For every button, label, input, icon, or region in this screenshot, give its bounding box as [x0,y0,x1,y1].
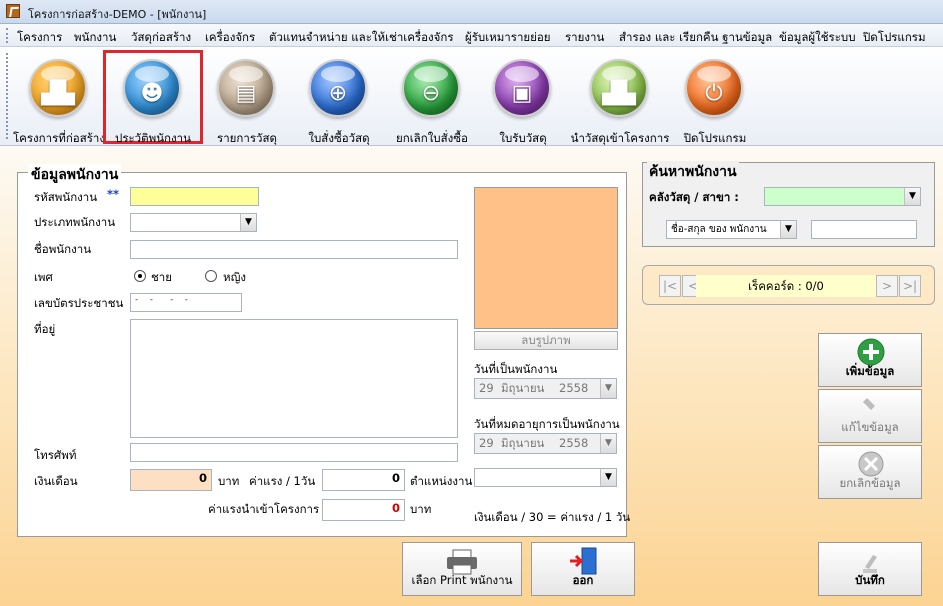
project-wage-baht-label: บาท [410,502,432,516]
menu-employee[interactable]: พนักงาน [74,29,116,47]
menu-bar: โครงการ พนักงาน วัสดุก่อสร้าง เครื่องจัก… [0,24,943,47]
wage-formula-note: เงินเดือน / 30 = ค่าแรง / 1 วัน [474,510,631,524]
emp-type-label: ประเภทพนักงาน [34,215,116,229]
warehouse-label: คลังวัสดุ / สาขา : [649,190,739,204]
toolbar-grip [6,53,9,139]
warehouse-select[interactable]: ▼ [764,187,921,206]
save-icon [863,555,877,573]
required-mark: ** [107,187,120,201]
employee-info-group: ข้อมูลพนักงาน รหัสพนักงาน ** ประเภทพนักง… [17,164,631,537]
menu-dealers[interactable]: ตัวแทนจำหน่าย และให้เช่าเครื่องจักร [269,29,454,47]
gender-male-label: ชาย [151,270,173,284]
first-record-icon[interactable]: |< [659,275,681,297]
next-record-icon[interactable]: > [876,275,898,297]
save-button[interactable]: บันทึก [818,542,922,596]
toolbar-cancel-order-button[interactable]: ⊖ ยกเลิกใบสั่งซื้อ [385,53,479,145]
start-date-picker[interactable]: 29 มิถุนายน 2558 ▼ [474,378,617,399]
start-date-label: วันที่เป็นพนักงาน [474,362,558,376]
id-card-input[interactable]: - - - - [130,293,242,312]
gender-female-label: หญิง [223,270,246,284]
search-field-select[interactable]: ชื่อ-สกุล ของ พนักงาน ▼ [666,220,797,239]
phone-input[interactable] [130,443,458,462]
search-group-title: ค้นหาพนักงาน [647,161,739,183]
add-button[interactable]: เพิ่มข้อมูล [818,333,922,387]
menu-project[interactable]: โครงการ [17,29,62,47]
app-icon [6,4,20,18]
cart-remove-icon: ⊖ [402,59,460,117]
toolbar-project-button[interactable]: ▟▙ โครงการที่ก่อสร้าง [12,53,106,145]
workspace: ข้อมูลพนักงาน รหัสพนักงาน ** ประเภทพนักง… [0,146,943,606]
chevron-down-icon[interactable]: ▼ [904,188,920,205]
emp-name-input[interactable] [130,240,458,259]
address-label: ที่อยู่ [34,322,56,336]
menu-close-program[interactable]: ปิดโปรแกรม [863,29,926,47]
cart-add-icon: ⊕ [309,59,367,117]
daily-wage-label: ค่าแรง / 1วัน [249,474,316,488]
record-navigator: |< < เร็คคอร์ด : 0/0 > >| [642,265,935,305]
receive-box-icon: ▣ [493,59,551,117]
delete-photo-button[interactable]: ลบรูปภาพ [474,331,618,350]
edit-button[interactable]: แก้ไขข้อมูล [818,389,922,443]
pencil-icon [863,398,875,410]
menu-users[interactable]: ข้อมูลผู้ใช้ระบบ [779,29,856,47]
toolbar-receive-button[interactable]: ▣ ใบรับวัสดุ [476,53,570,145]
end-date-label: วันที่หมดอายุการเป็นพนักงาน [474,417,620,431]
search-keyword-input[interactable] [811,220,917,239]
window-titlebar: โครงการก่อสร้าง-DEMO - [พนักงาน] [0,0,943,24]
construction-project-icon: ▟▙ [29,59,87,117]
exit-button[interactable]: ออก [531,542,635,596]
gender-male-radio[interactable] [134,270,146,282]
end-date-picker[interactable]: 29 มิถุนายน 2558 ▼ [474,433,617,454]
chevron-down-icon[interactable]: ▼ [600,434,616,453]
employee-photo[interactable] [474,187,618,329]
chevron-down-icon[interactable]: ▼ [780,221,796,238]
material-to-project-icon: ▟▙ [590,59,648,117]
position-select[interactable]: ▼ [474,468,617,487]
employee-group-title: ข้อมูลพนักงาน [28,164,122,186]
emp-id-label: รหัสพนักงาน [34,190,98,204]
daily-wage-input[interactable]: 0 [322,469,405,491]
chevron-down-icon[interactable]: ▼ [240,214,256,231]
gender-female-radio[interactable] [205,270,217,282]
toolbar-material-to-project-button[interactable]: ▟▙ นำวัสดุเข้าโครงการ [571,53,669,145]
salary-baht-label: บาท [218,474,240,488]
toolbar-employee-button[interactable]: ☻ ประวัติพนักงาน [103,50,203,145]
window-title: โครงการก่อสร้าง-DEMO - [พนักงาน] [28,8,207,21]
address-textarea[interactable] [130,319,458,438]
toolbar-purchase-order-button[interactable]: ⊕ ใบสั่งซื้อวัสดุ [292,53,386,145]
emp-type-select[interactable]: ▼ [130,213,257,232]
position-label: ตำแหน่งงาน [410,474,473,488]
menu-backup-restore[interactable]: สำรอง และ เรียกคืน ฐานข้อมูล [619,29,772,47]
employee-worker-icon: ☻ [123,59,181,117]
gender-label: เพศ [34,270,53,284]
last-record-icon[interactable]: >| [899,275,921,297]
plus-icon [857,338,885,366]
salary-input[interactable]: 0 [130,469,212,491]
cancel-x-icon [858,451,884,477]
project-wage-input[interactable]: 0 [322,499,405,521]
print-employee-button[interactable]: เลือก Print พนักงาน [402,542,522,596]
menu-reports[interactable]: รายงาน [565,29,604,47]
cancel-data-button[interactable]: ยกเลิกข้อมูล [818,445,922,499]
emp-name-label: ชื่อพนักงาน [34,242,92,256]
chevron-down-icon[interactable]: ▼ [600,379,616,398]
power-icon: ⏻ [685,59,743,117]
chevron-down-icon[interactable]: ▼ [600,469,616,486]
record-count: เร็คคอร์ด : 0/0 [696,275,876,297]
menu-materials[interactable]: วัสดุก่อสร้าง [131,29,191,47]
main-toolbar: ▟▙ โครงการที่ก่อสร้าง ☻ ประวัติพนักงาน ▤… [0,47,943,146]
emp-id-input[interactable] [130,187,259,206]
salary-label: เงินเดือน [34,474,78,488]
search-employee-group: ค้นหาพนักงาน คลังวัสดุ / สาขา : ▼ ชื่อ-ส… [642,161,935,247]
phone-label: โทรศัพท์ [34,448,77,462]
materials-icon: ▤ [217,59,275,117]
toolbar-close-program-button[interactable]: ⏻ ปิดโปรแกรม [668,53,762,145]
menu-subcontractors[interactable]: ผู้รับเหมารายย่อย [465,29,551,47]
toolbar-materials-button[interactable]: ▤ รายการวัสดุ [200,53,294,145]
id-card-label: เลขบัตรประชาชน [34,296,124,310]
menu-grip [6,28,9,43]
project-wage-label: ค่าแรงนำเข้าโครงการ [208,502,320,516]
menu-machinery[interactable]: เครื่องจักร [205,29,255,47]
